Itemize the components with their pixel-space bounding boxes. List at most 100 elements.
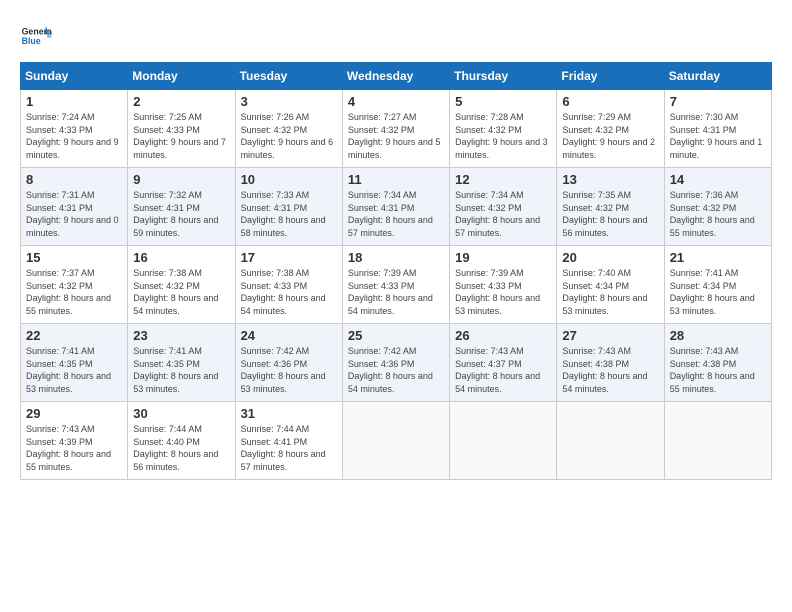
calendar-day xyxy=(342,402,449,480)
day-info: Sunrise: 7:41 AMSunset: 4:35 PMDaylight:… xyxy=(133,345,229,395)
calendar-day xyxy=(664,402,771,480)
day-number: 19 xyxy=(455,250,551,265)
calendar-day: 18 Sunrise: 7:39 AMSunset: 4:33 PMDayligh… xyxy=(342,246,449,324)
calendar-day: 30 Sunrise: 7:44 AMSunset: 4:40 PMDayligh… xyxy=(128,402,235,480)
day-info: Sunrise: 7:33 AMSunset: 4:31 PMDaylight:… xyxy=(241,189,337,239)
calendar-day: 25 Sunrise: 7:42 AMSunset: 4:36 PMDayligh… xyxy=(342,324,449,402)
calendar-day: 10Sunrise: 7:33 AMSunset: 4:31 PMDayligh… xyxy=(235,168,342,246)
calendar-day: 27 Sunrise: 7:43 AMSunset: 4:38 PMDayligh… xyxy=(557,324,664,402)
day-info: Sunrise: 7:31 AMSunset: 4:31 PMDaylight:… xyxy=(26,189,122,239)
day-number: 4 xyxy=(348,94,444,109)
day-number: 16 xyxy=(133,250,229,265)
day-number: 18 xyxy=(348,250,444,265)
day-info: Sunrise: 7:44 AMSunset: 4:41 PMDaylight:… xyxy=(241,423,337,473)
calendar-day: 7 Sunrise: 7:30 AMSunset: 4:31 PMDaylight… xyxy=(664,90,771,168)
day-number: 29 xyxy=(26,406,122,421)
day-info: Sunrise: 7:40 AMSunset: 4:34 PMDaylight:… xyxy=(562,267,658,317)
page-header: General Blue xyxy=(20,20,772,52)
calendar-table: SundayMondayTuesdayWednesdayThursdayFrid… xyxy=(20,62,772,480)
day-number: 22 xyxy=(26,328,122,343)
calendar-day: 22 Sunrise: 7:41 AMSunset: 4:35 PMDayligh… xyxy=(21,324,128,402)
calendar-day: 14Sunrise: 7:36 AMSunset: 4:32 PMDayligh… xyxy=(664,168,771,246)
header-row: SundayMondayTuesdayWednesdayThursdayFrid… xyxy=(21,63,772,90)
day-number: 7 xyxy=(670,94,766,109)
calendar-day: 16 Sunrise: 7:38 AMSunset: 4:32 PMDayligh… xyxy=(128,246,235,324)
day-info: Sunrise: 7:39 AMSunset: 4:33 PMDaylight:… xyxy=(348,267,444,317)
calendar-day: 1Sunrise: 7:24 AMSunset: 4:33 PMDaylight… xyxy=(21,90,128,168)
calendar-day: 17Sunrise: 7:38 AMSunset: 4:33 PMDayligh… xyxy=(235,246,342,324)
day-number: 28 xyxy=(670,328,766,343)
day-number: 3 xyxy=(241,94,337,109)
col-header-monday: Monday xyxy=(128,63,235,90)
calendar-day: 5 Sunrise: 7:28 AMSunset: 4:32 PMDaylight… xyxy=(450,90,557,168)
calendar-day: 15 Sunrise: 7:37 AMSunset: 4:32 PMDayligh… xyxy=(21,246,128,324)
calendar-day: 20 Sunrise: 7:40 AMSunset: 4:34 PMDayligh… xyxy=(557,246,664,324)
day-info: Sunrise: 7:34 AMSunset: 4:32 PMDaylight:… xyxy=(455,189,551,239)
svg-text:Blue: Blue xyxy=(22,36,41,46)
calendar-day: 9 Sunrise: 7:32 AMSunset: 4:31 PMDaylight… xyxy=(128,168,235,246)
calendar-day: 29 Sunrise: 7:43 AMSunset: 4:39 PMDayligh… xyxy=(21,402,128,480)
day-number: 1 xyxy=(26,94,122,109)
calendar-day: 21Sunrise: 7:41 AMSunset: 4:34 PMDayligh… xyxy=(664,246,771,324)
calendar-week-5: 29 Sunrise: 7:43 AMSunset: 4:39 PMDayligh… xyxy=(21,402,772,480)
calendar-day: 4 Sunrise: 7:27 AMSunset: 4:32 PMDaylight… xyxy=(342,90,449,168)
calendar-week-3: 15 Sunrise: 7:37 AMSunset: 4:32 PMDayligh… xyxy=(21,246,772,324)
calendar-day: 11 Sunrise: 7:34 AMSunset: 4:31 PMDayligh… xyxy=(342,168,449,246)
day-info: Sunrise: 7:42 AMSunset: 4:36 PMDaylight:… xyxy=(348,345,444,395)
day-number: 9 xyxy=(133,172,229,187)
day-info: Sunrise: 7:36 AMSunset: 4:32 PMDaylight:… xyxy=(670,189,766,239)
calendar-day: 26Sunrise: 7:43 AMSunset: 4:37 PMDayligh… xyxy=(450,324,557,402)
day-info: Sunrise: 7:32 AMSunset: 4:31 PMDaylight:… xyxy=(133,189,229,239)
day-number: 20 xyxy=(562,250,658,265)
day-number: 26 xyxy=(455,328,551,343)
col-header-wednesday: Wednesday xyxy=(342,63,449,90)
calendar-day: 13 Sunrise: 7:35 AMSunset: 4:32 PMDayligh… xyxy=(557,168,664,246)
calendar-week-2: 8Sunrise: 7:31 AMSunset: 4:31 PMDaylight… xyxy=(21,168,772,246)
day-number: 11 xyxy=(348,172,444,187)
calendar-day: 12 Sunrise: 7:34 AMSunset: 4:32 PMDayligh… xyxy=(450,168,557,246)
logo: General Blue xyxy=(20,20,52,52)
col-header-saturday: Saturday xyxy=(664,63,771,90)
calendar-day xyxy=(450,402,557,480)
day-number: 21 xyxy=(670,250,766,265)
day-number: 13 xyxy=(562,172,658,187)
day-info: Sunrise: 7:28 AMSunset: 4:32 PMDaylight:… xyxy=(455,111,551,161)
calendar-day: 24Sunrise: 7:42 AMSunset: 4:36 PMDayligh… xyxy=(235,324,342,402)
day-number: 31 xyxy=(241,406,337,421)
day-number: 15 xyxy=(26,250,122,265)
day-number: 23 xyxy=(133,328,229,343)
day-info: Sunrise: 7:39 AMSunset: 4:33 PMDaylight:… xyxy=(455,267,551,317)
calendar-day: 8Sunrise: 7:31 AMSunset: 4:31 PMDaylight… xyxy=(21,168,128,246)
col-header-tuesday: Tuesday xyxy=(235,63,342,90)
calendar-day: 3Sunrise: 7:26 AMSunset: 4:32 PMDaylight… xyxy=(235,90,342,168)
day-info: Sunrise: 7:29 AMSunset: 4:32 PMDaylight:… xyxy=(562,111,658,161)
day-info: Sunrise: 7:42 AMSunset: 4:36 PMDaylight:… xyxy=(241,345,337,395)
logo-icon: General Blue xyxy=(20,20,52,52)
day-info: Sunrise: 7:38 AMSunset: 4:33 PMDaylight:… xyxy=(241,267,337,317)
day-info: Sunrise: 7:41 AMSunset: 4:35 PMDaylight:… xyxy=(26,345,122,395)
day-info: Sunrise: 7:44 AMSunset: 4:40 PMDaylight:… xyxy=(133,423,229,473)
calendar-day: 19 Sunrise: 7:39 AMSunset: 4:33 PMDayligh… xyxy=(450,246,557,324)
day-info: Sunrise: 7:34 AMSunset: 4:31 PMDaylight:… xyxy=(348,189,444,239)
day-info: Sunrise: 7:35 AMSunset: 4:32 PMDaylight:… xyxy=(562,189,658,239)
col-header-thursday: Thursday xyxy=(450,63,557,90)
day-info: Sunrise: 7:27 AMSunset: 4:32 PMDaylight:… xyxy=(348,111,444,161)
calendar-day: 31 Sunrise: 7:44 AMSunset: 4:41 PMDayligh… xyxy=(235,402,342,480)
calendar-week-4: 22 Sunrise: 7:41 AMSunset: 4:35 PMDayligh… xyxy=(21,324,772,402)
day-number: 25 xyxy=(348,328,444,343)
day-number: 27 xyxy=(562,328,658,343)
day-info: Sunrise: 7:43 AMSunset: 4:38 PMDaylight:… xyxy=(562,345,658,395)
day-info: Sunrise: 7:43 AMSunset: 4:38 PMDaylight:… xyxy=(670,345,766,395)
day-info: Sunrise: 7:43 AMSunset: 4:39 PMDaylight:… xyxy=(26,423,122,473)
calendar-day xyxy=(557,402,664,480)
day-number: 2 xyxy=(133,94,229,109)
calendar-day: 2Sunrise: 7:25 AMSunset: 4:33 PMDaylight… xyxy=(128,90,235,168)
col-header-sunday: Sunday xyxy=(21,63,128,90)
calendar-day: 28 Sunrise: 7:43 AMSunset: 4:38 PMDayligh… xyxy=(664,324,771,402)
day-info: Sunrise: 7:38 AMSunset: 4:32 PMDaylight:… xyxy=(133,267,229,317)
day-info: Sunrise: 7:30 AMSunset: 4:31 PMDaylight:… xyxy=(670,111,766,161)
day-info: Sunrise: 7:37 AMSunset: 4:32 PMDaylight:… xyxy=(26,267,122,317)
day-number: 12 xyxy=(455,172,551,187)
day-number: 30 xyxy=(133,406,229,421)
day-number: 5 xyxy=(455,94,551,109)
